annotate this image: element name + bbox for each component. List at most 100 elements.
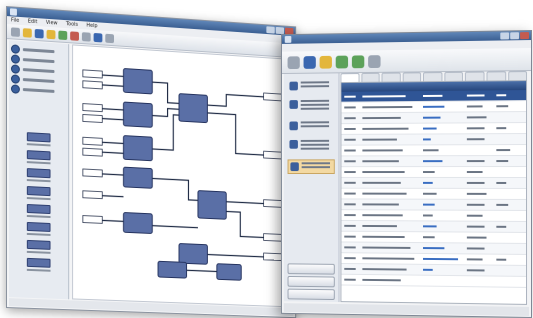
tab[interactable] [444, 71, 464, 81]
sidebar-item-selected[interactable] [287, 159, 335, 174]
diagram-editor-window[interactable]: File Edit View Tools Help [6, 6, 297, 318]
maximize-icon[interactable] [510, 32, 520, 40]
block-icon [26, 239, 51, 250]
menu-file[interactable]: File [11, 17, 19, 24]
new-icon[interactable] [10, 26, 20, 37]
nav-item-label [22, 87, 55, 93]
palette-label [26, 250, 51, 254]
device-table-window[interactable] [281, 30, 532, 318]
tab[interactable] [402, 72, 422, 82]
table-row[interactable] [341, 274, 527, 288]
input-tag[interactable] [83, 148, 102, 156]
input-tag[interactable] [83, 137, 102, 145]
menu-help[interactable]: Help [86, 23, 97, 30]
processing-block[interactable] [123, 213, 152, 234]
close-icon[interactable] [520, 32, 530, 40]
zoom-icon[interactable] [93, 32, 103, 42]
processing-block[interactable] [123, 69, 152, 94]
palette-block[interactable] [13, 236, 64, 256]
device-icon [289, 81, 298, 91]
nav-item[interactable] [10, 83, 66, 96]
settings-icon[interactable] [81, 31, 91, 42]
pause-icon[interactable] [351, 54, 365, 68]
table-row[interactable] [341, 188, 527, 200]
palette-block[interactable] [13, 254, 64, 274]
nav-item-label [22, 67, 55, 73]
table-row[interactable] [341, 156, 527, 168]
mixer-block[interactable] [179, 94, 207, 123]
input-tag[interactable] [83, 169, 102, 177]
input-tag[interactable] [83, 191, 102, 199]
tab[interactable] [465, 71, 485, 81]
tab[interactable] [507, 71, 528, 81]
table-row[interactable] [341, 177, 527, 189]
table-row[interactable] [341, 199, 527, 211]
settings-icon[interactable] [368, 54, 381, 68]
table-row[interactable] [341, 123, 527, 135]
diagram-canvas[interactable] [72, 44, 293, 308]
sidebar-item[interactable] [288, 138, 335, 154]
sidebar-button[interactable] [287, 288, 335, 301]
processing-block[interactable] [123, 102, 152, 127]
processing-block[interactable] [123, 136, 152, 161]
node-icon [10, 63, 20, 74]
block-icon [26, 221, 51, 232]
open-icon[interactable] [22, 27, 32, 38]
table-row[interactable] [341, 134, 527, 146]
minimize-icon[interactable] [500, 32, 510, 40]
wire [226, 202, 263, 204]
palette-block[interactable] [13, 200, 64, 220]
palette-label [26, 214, 51, 218]
tab[interactable] [340, 73, 360, 83]
tab[interactable] [423, 72, 443, 82]
processing-block[interactable] [179, 244, 207, 265]
node-icon [10, 83, 20, 94]
grid-icon[interactable] [105, 33, 115, 43]
tab[interactable] [361, 72, 380, 82]
minimize-icon[interactable] [266, 26, 275, 34]
menu-view[interactable]: View [46, 20, 58, 27]
tab[interactable] [486, 71, 506, 81]
input-tag[interactable] [83, 104, 102, 112]
processing-block[interactable] [217, 264, 241, 281]
block-icon [26, 185, 51, 196]
device-icon [290, 162, 299, 172]
wire [207, 93, 263, 108]
table-window-statusbar [283, 303, 530, 316]
save-icon[interactable] [34, 28, 44, 39]
sidebar-item[interactable] [288, 119, 335, 132]
device-icon[interactable] [303, 55, 316, 69]
stop-icon[interactable] [70, 30, 79, 41]
refresh-icon[interactable] [319, 55, 332, 69]
screenshot-stage: File Edit View Tools Help [0, 0, 533, 318]
connect-icon[interactable] [287, 55, 300, 69]
input-tag[interactable] [83, 81, 102, 89]
palette-label [26, 268, 51, 272]
run-icon[interactable] [58, 30, 68, 40]
input-tag[interactable] [83, 216, 102, 224]
table-row[interactable] [341, 167, 527, 178]
input-tag[interactable] [83, 70, 102, 78]
input-tag[interactable] [83, 114, 102, 122]
processing-block[interactable] [123, 167, 152, 188]
palette-block[interactable] [13, 218, 64, 238]
sidebar-item[interactable] [288, 98, 335, 114]
tab[interactable] [381, 72, 401, 82]
nav-item-label [22, 47, 55, 53]
sidebar-item-label [300, 99, 330, 112]
play-icon[interactable] [335, 55, 349, 68]
palette-label [26, 142, 51, 146]
processing-block[interactable] [158, 261, 187, 278]
wire [152, 226, 198, 228]
menu-tools[interactable]: Tools [66, 21, 78, 28]
sidebar-button[interactable] [287, 276, 335, 288]
folder-icon[interactable] [46, 29, 56, 39]
wire [207, 113, 263, 155]
sidebar-button[interactable] [287, 263, 335, 275]
window-controls [500, 32, 530, 40]
router-block[interactable] [198, 191, 226, 220]
menu-edit[interactable]: Edit [28, 19, 38, 26]
sidebar-item[interactable] [288, 79, 335, 92]
maximize-icon[interactable] [275, 26, 285, 35]
table-row[interactable] [341, 145, 527, 157]
